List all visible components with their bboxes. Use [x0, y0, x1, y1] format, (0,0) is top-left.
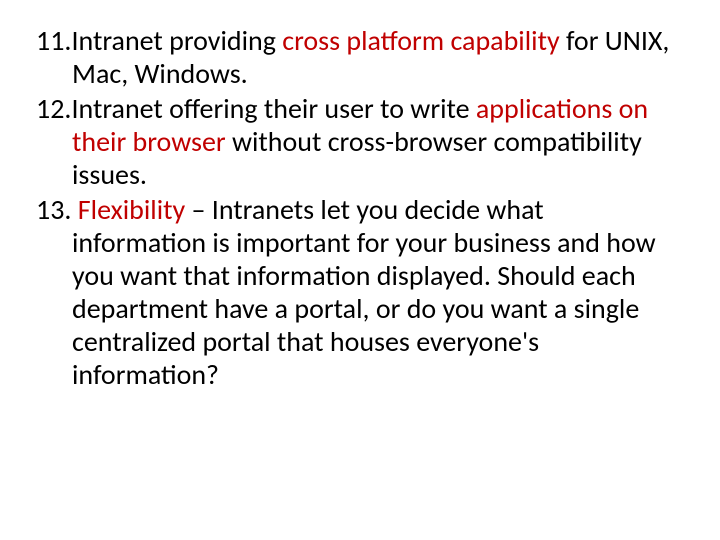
list-item: 11.Intranet providing cross platform cap… [36, 24, 684, 90]
item-text-highlight: cross platform capability [282, 23, 559, 58]
item-number: 12. [36, 91, 71, 126]
item-number: 13. [36, 192, 78, 227]
list-item: 12.Intranet offering their user to write… [36, 92, 684, 191]
slide-body: 11.Intranet providing cross platform cap… [0, 0, 720, 540]
item-text-pre: Intranet offering their user to write [71, 91, 475, 126]
item-text-highlight: Flexibility [78, 192, 185, 227]
item-number: 11. [36, 23, 71, 58]
item-text-pre: Intranet providing [71, 23, 282, 58]
list-item: 13. Flexibility – Intranets let you deci… [36, 193, 684, 391]
